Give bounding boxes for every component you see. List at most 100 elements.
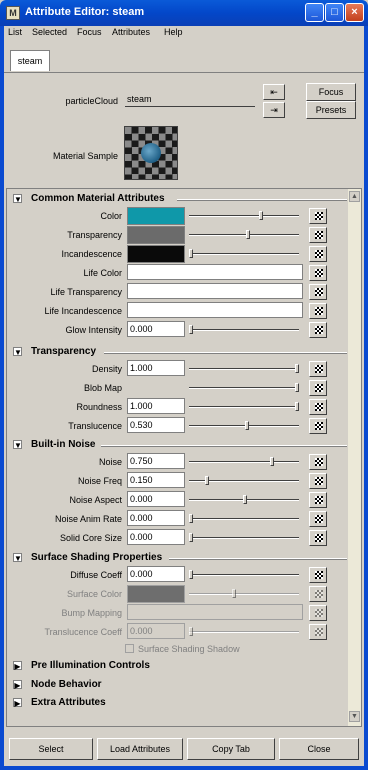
glow-intensity-slider[interactable] [189,325,299,334]
diffuse-coeff-field[interactable]: 0.000 [127,566,185,582]
section-pre-illumination[interactable]: ▶ Pre Illumination Controls [9,658,347,674]
section-builtin-noise[interactable]: ▼ Built-in Noise [9,437,347,453]
transparency-slider[interactable] [189,230,299,239]
density-map-button[interactable] [309,361,327,377]
expand-icon[interactable]: ▶ [13,661,22,671]
life-color-label: Life Color [83,268,122,278]
translucence-label: Translucence [68,421,122,431]
life-transparency-label: Life Transparency [50,287,122,297]
incandescence-slider[interactable] [189,249,299,258]
diffuse-coeff-map-button[interactable] [309,567,327,583]
collapse-icon[interactable]: ▼ [13,347,22,357]
maya-app-icon: M [6,6,20,20]
noise-anim-rate-slider[interactable] [189,514,299,523]
life-color-map-button[interactable] [309,265,327,281]
roundness-label: Roundness [76,402,122,412]
load-attributes-button[interactable]: Load Attributes [97,738,183,760]
incandescence-swatch[interactable] [127,245,185,263]
glow-intensity-field[interactable]: 0.000 [127,321,185,337]
density-field[interactable]: 1.000 [127,360,185,376]
section-surface-shading[interactable]: ▼ Surface Shading Properties [9,550,347,566]
transparency-map-button[interactable] [309,227,327,243]
section-extra-attributes[interactable]: ▶ Extra Attributes [9,695,347,711]
collapse-icon[interactable]: ▼ [13,440,22,450]
glow-intensity-map-button[interactable] [309,322,327,338]
menu-selected[interactable]: Selected [32,27,67,37]
noise-field[interactable]: 0.750 [127,453,185,469]
tab-steam[interactable]: steam [10,50,50,71]
incandescence-map-button[interactable] [309,246,327,262]
noise-slider[interactable] [189,457,299,466]
noise-aspect-label: Noise Aspect [69,495,122,505]
blob-map-slider[interactable] [189,383,299,392]
maximize-icon[interactable]: □ [325,3,344,22]
menu-list[interactable]: List [8,27,22,37]
collapse-icon[interactable]: ▼ [13,194,22,204]
noise-map-button[interactable] [309,454,327,470]
noise-anim-rate-field[interactable]: 0.000 [127,510,185,526]
surface-shading-shadow-label: Surface Shading Shadow [138,644,240,654]
close-button[interactable]: Close [279,738,359,760]
density-slider[interactable] [189,364,299,373]
node-name-field[interactable]: steam [125,92,255,107]
noise-aspect-slider[interactable] [189,495,299,504]
color-slider[interactable] [189,211,299,220]
transparency-label: Transparency [67,230,122,240]
section-title: Transparency [31,346,97,357]
close-icon[interactable]: × [345,3,364,22]
title-bar: M Attribute Editor: steam _ □ × [0,0,368,26]
life-incandescence-map-button[interactable] [309,303,327,319]
scroll-down-icon[interactable]: ▼ [349,711,360,722]
expand-icon[interactable]: ▶ [13,698,22,708]
menu-help[interactable]: Help [164,27,183,37]
translucence-map-button[interactable] [309,418,327,434]
section-title: Extra Attributes [31,697,106,708]
surface-shading-shadow-checkbox [125,644,134,653]
life-transparency-map-button[interactable] [309,284,327,300]
menu-attributes[interactable]: Attributes [112,27,150,37]
noise-freq-slider[interactable] [189,476,299,485]
color-map-button[interactable] [309,208,327,224]
translucence-slider[interactable] [189,421,299,430]
section-common-material[interactable]: ▼ Common Material Attributes [9,191,347,207]
life-transparency-field[interactable] [127,283,303,299]
noise-freq-map-button[interactable] [309,473,327,489]
output-connections-icon[interactable]: ⇥ [263,102,285,118]
input-connections-icon[interactable]: ⇤ [263,84,285,100]
menu-focus[interactable]: Focus [77,27,102,37]
divider [104,352,347,354]
collapse-icon[interactable]: ▼ [13,553,22,563]
solid-core-size-map-button[interactable] [309,530,327,546]
tab-row: steam [4,42,364,73]
minimize-icon[interactable]: _ [305,3,324,22]
blob-map-button[interactable] [309,380,327,396]
section-title: Common Material Attributes [31,193,165,204]
diffuse-coeff-slider[interactable] [189,570,299,579]
roundness-field[interactable]: 1.000 [127,398,185,414]
noise-freq-field[interactable]: 0.150 [127,472,185,488]
translucence-field[interactable]: 0.530 [127,417,185,433]
scroll-up-icon[interactable]: ▲ [349,191,360,202]
noise-aspect-map-button[interactable] [309,492,327,508]
section-title: Built-in Noise [31,439,96,450]
solid-core-size-field[interactable]: 0.000 [127,529,185,545]
noise-anim-rate-map-button[interactable] [309,511,327,527]
section-node-behavior[interactable]: ▶ Node Behavior [9,677,347,693]
translucence-coeff-field: 0.000 [127,623,185,639]
solid-core-size-slider[interactable] [189,533,299,542]
noise-aspect-field[interactable]: 0.000 [127,491,185,507]
focus-button[interactable]: Focus [306,83,356,101]
expand-icon[interactable]: ▶ [13,680,22,690]
color-swatch[interactable] [127,207,185,225]
transparency-swatch[interactable] [127,226,185,244]
roundness-slider[interactable] [189,402,299,411]
vertical-scrollbar[interactable]: ▲ ▼ [348,189,361,726]
life-color-field[interactable] [127,264,303,280]
section-transparency[interactable]: ▼ Transparency [9,344,347,360]
glow-intensity-label: Glow Intensity [65,325,122,335]
life-incandescence-field[interactable] [127,302,303,318]
presets-button[interactable]: Presets [306,101,356,119]
select-button[interactable]: Select [9,738,93,760]
copy-tab-button[interactable]: Copy Tab [187,738,275,760]
roundness-map-button[interactable] [309,399,327,415]
